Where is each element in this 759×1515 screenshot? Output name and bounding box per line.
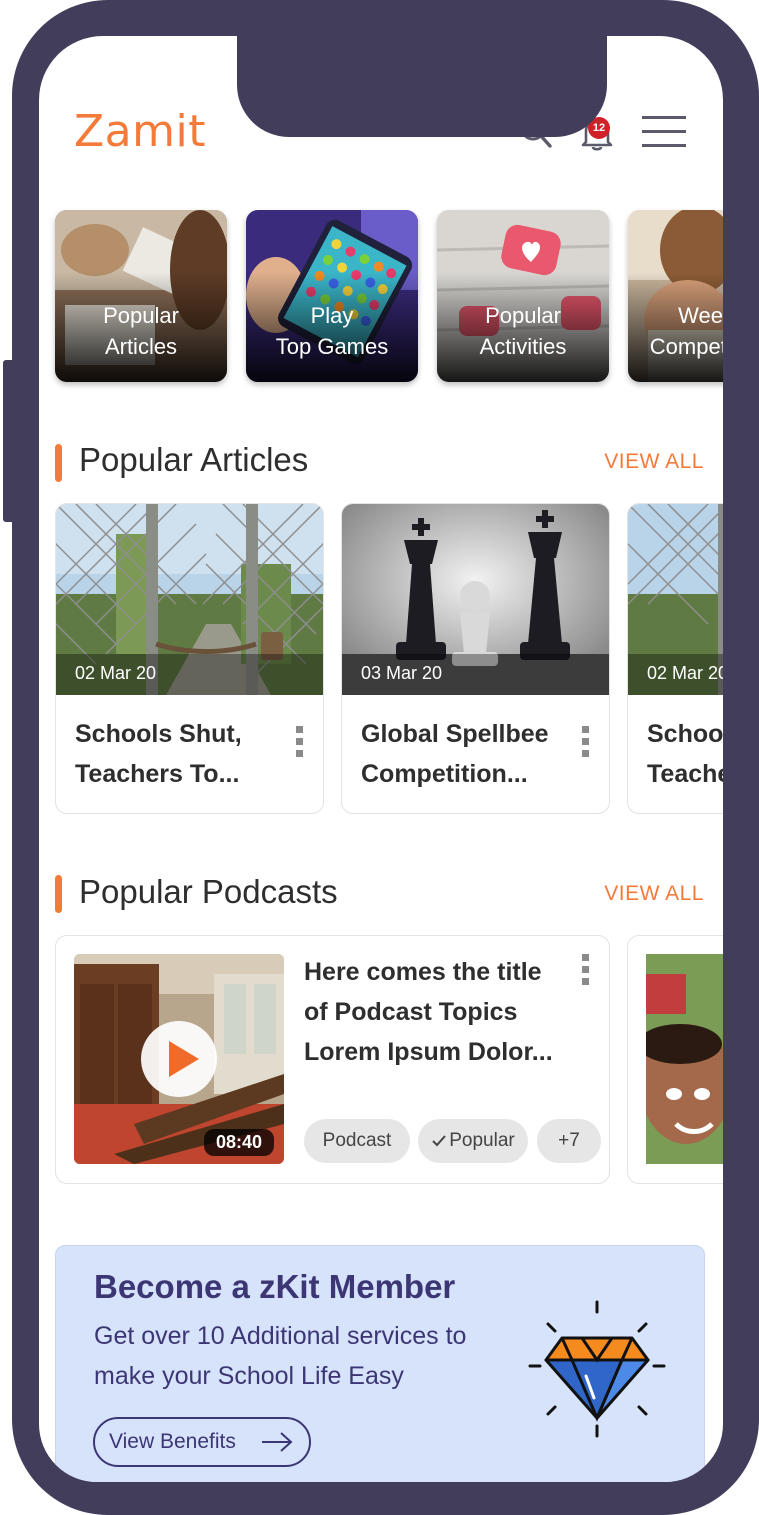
podcast-card[interactable]: 08:40 Here comes the title of Podcast To…: [55, 935, 610, 1184]
article-card[interactable]: 02 Mar 20 Schools Shut, Teachers To...: [627, 503, 723, 814]
button-label: View Benefits: [109, 1430, 236, 1453]
article-date: 02 Mar 20: [647, 663, 723, 683]
category-label: Popular Activities: [479, 303, 567, 359]
podcast-thumbnail[interactable]: 08:40: [74, 954, 284, 1164]
phone-notch: [237, 36, 607, 137]
menu-icon[interactable]: [642, 114, 686, 150]
podcasts-view-all-link[interactable]: VIEW ALL: [604, 882, 704, 906]
category-label: Popular Articles: [103, 303, 179, 359]
article-card[interactable]: 02 Mar 20 Schools Shut, Teachers To...: [55, 503, 324, 814]
diamond-icon: [528, 1300, 666, 1438]
article-card[interactable]: 03 Mar 20 Global Spellbee Competition...: [341, 503, 610, 814]
category-label: Play Top Games: [275, 303, 389, 359]
app-logo[interactable]: Zamit: [74, 106, 206, 157]
podcast-card[interactable]: [627, 935, 723, 1184]
play-icon: [169, 1041, 199, 1077]
category-carousel[interactable]: Popular Articles Play Top Games Popular …: [55, 210, 723, 385]
tag-label: Popular: [449, 1130, 515, 1151]
category-tile-games[interactable]: Play Top Games: [246, 210, 418, 382]
membership-banner: Become a zKit Member Get over 10 Additio…: [55, 1245, 705, 1482]
tag-more[interactable]: +7: [537, 1119, 601, 1163]
podcast-title: Here comes the title of Podcast Topics L…: [304, 958, 553, 1066]
arrow-right-icon: [262, 1432, 293, 1452]
more-options-icon[interactable]: [582, 954, 589, 990]
section-accent-bar: [55, 875, 62, 913]
category-label: Weekly Competitions: [649, 303, 723, 359]
section-accent-bar: [55, 444, 62, 482]
article-date: 03 Mar 20: [361, 663, 443, 683]
check-icon: [432, 1135, 446, 1147]
category-tile-activities[interactable]: Popular Activities: [437, 210, 609, 382]
view-benefits-button[interactable]: View Benefits: [93, 1417, 311, 1467]
category-tile-articles[interactable]: Popular Articles: [55, 210, 227, 382]
articles-section-title: Popular Articles: [79, 441, 309, 478]
article-date: 02 Mar 20: [75, 663, 157, 683]
member-title: Become a zKit Member: [94, 1268, 456, 1305]
tag-popular[interactable]: Popular: [418, 1119, 528, 1163]
article-title: Schools Shut, Teachers To...: [647, 720, 723, 788]
article-title: Schools Shut, Teachers To...: [75, 720, 242, 788]
article-title: Global Spellbee Competition...: [361, 720, 549, 788]
kids-photo: [646, 954, 723, 1164]
more-options-icon[interactable]: [582, 726, 589, 762]
articles-view-all-link[interactable]: VIEW ALL: [604, 450, 704, 474]
play-button[interactable]: [141, 1021, 217, 1097]
category-tile-competitions[interactable]: Weekly Competitions: [628, 210, 723, 382]
podcasts-section-title: Popular Podcasts: [79, 873, 338, 910]
more-options-icon[interactable]: [296, 726, 303, 762]
tag-podcast[interactable]: Podcast: [304, 1119, 410, 1163]
member-description: Get over 10 Additional services to make …: [94, 1322, 467, 1390]
app-screen: Zamit 12 Popular Articles Play Top Games…: [39, 36, 723, 1482]
podcast-duration: 08:40: [203, 1129, 274, 1156]
